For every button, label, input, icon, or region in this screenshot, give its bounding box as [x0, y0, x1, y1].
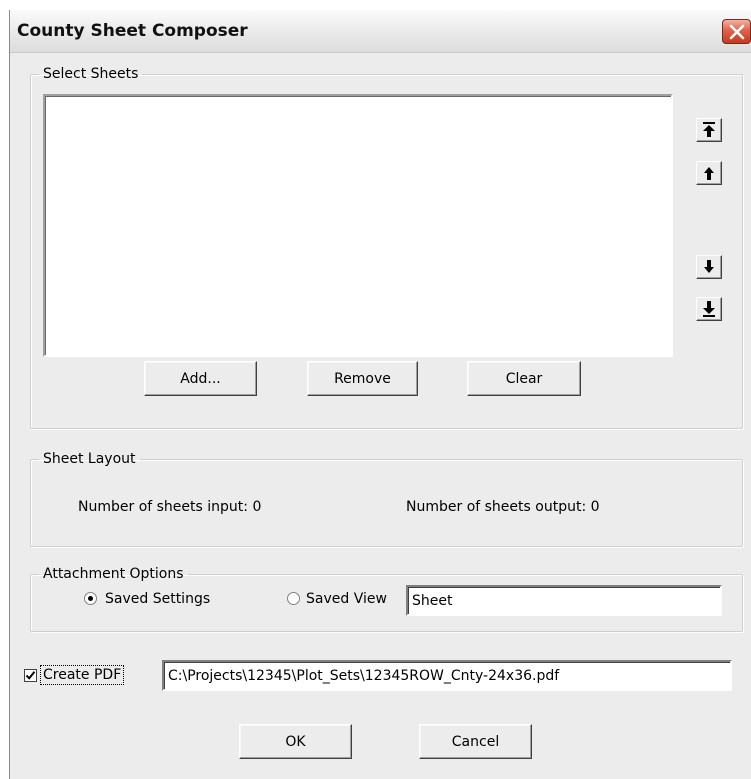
- move-to-top-button[interactable]: [696, 118, 722, 142]
- saved-settings-radio[interactable]: [84, 592, 97, 605]
- saved-settings-label[interactable]: Saved Settings: [105, 591, 210, 607]
- move-to-bottom-button[interactable]: [696, 297, 722, 321]
- ok-button[interactable]: OK: [239, 724, 352, 759]
- move-down-button[interactable]: [696, 255, 722, 279]
- window-title: County Sheet Composer: [17, 21, 248, 41]
- move-to-bottom-icon: [703, 301, 715, 317]
- checkmark-icon: [25, 671, 36, 680]
- pdf-path-field[interactable]: C:\Projects\12345\Plot_Sets\12345ROW_Cnt…: [162, 660, 732, 691]
- cancel-button[interactable]: Cancel: [419, 724, 532, 759]
- close-button[interactable]: [722, 19, 751, 44]
- close-icon: [729, 24, 745, 40]
- create-pdf-checkbox[interactable]: [24, 669, 37, 682]
- sheets-listbox[interactable]: [43, 94, 673, 357]
- sheet-layout-legend: Sheet Layout: [43, 451, 136, 467]
- saved-view-radio[interactable]: [287, 592, 300, 605]
- move-up-button[interactable]: [696, 161, 722, 185]
- sheets-input-count: Number of sheets input: 0: [78, 499, 262, 515]
- move-up-icon: [704, 167, 714, 180]
- clear-button[interactable]: Clear: [467, 361, 581, 396]
- add-button[interactable]: Add...: [144, 361, 257, 396]
- saved-view-label[interactable]: Saved View: [306, 591, 387, 607]
- saved-view-field[interactable]: Sheet: [406, 585, 722, 616]
- sheets-output-count: Number of sheets output: 0: [406, 499, 600, 515]
- remove-button[interactable]: Remove: [307, 361, 418, 396]
- attachment-options-legend: Attachment Options: [43, 566, 184, 582]
- move-to-top-icon: [703, 122, 715, 137]
- dialog-window: County Sheet Composer Select Sheets Add.…: [9, 10, 751, 779]
- move-down-icon: [704, 260, 714, 273]
- title-bar[interactable]: County Sheet Composer: [10, 10, 751, 53]
- radio-selected-dot: [88, 596, 93, 601]
- create-pdf-label[interactable]: Create PDF: [40, 665, 125, 685]
- select-sheets-legend: Select Sheets: [43, 66, 139, 82]
